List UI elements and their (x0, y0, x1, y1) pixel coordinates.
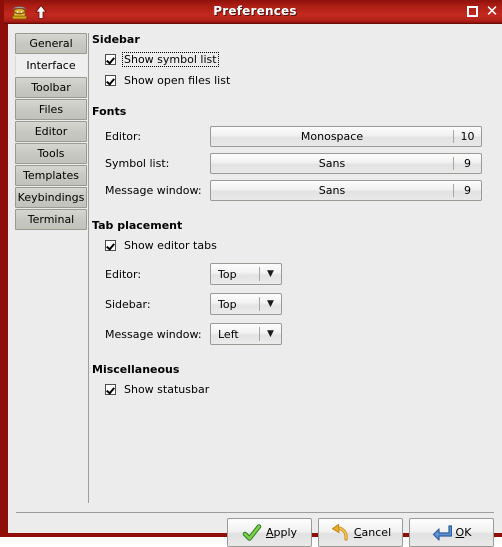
action-bar-divider (16, 512, 494, 513)
show-symbol-list-label: Show symbol list (122, 52, 219, 67)
ok-mnemonic: O (455, 526, 465, 539)
show-editor-tabs-checkbox[interactable] (105, 240, 116, 251)
cancel-button-label: Cancel (354, 526, 391, 539)
cancel-button[interactable]: Cancel (318, 518, 403, 547)
fonts-group-title: Fonts (92, 105, 127, 118)
show-symbol-list-row[interactable]: Show symbol list (105, 52, 496, 67)
show-statusbar-label: Show statusbar (124, 383, 210, 396)
tab-placement-message-window-combo[interactable]: Left ▼ (210, 323, 282, 345)
window-title: Preferences (213, 4, 297, 18)
chevron-down-icon[interactable]: ▼ (260, 264, 281, 284)
tab-terminal[interactable]: Terminal (15, 209, 87, 230)
interface-settings-pane: Sidebar Show symbol list Show open files… (92, 33, 496, 503)
window-titlebar[interactable]: Preferences ✕ (4, 0, 502, 24)
show-open-files-list-checkbox[interactable] (105, 75, 116, 86)
apply-rest: pply (273, 526, 298, 539)
show-open-files-list-row[interactable]: Show open files list (105, 74, 496, 87)
show-open-files-list-label: Show open files list (124, 74, 231, 87)
font-editor-size: 10 (460, 130, 475, 143)
tab-placement-message-window-label: Message window: (105, 327, 202, 341)
tab-tools[interactable]: Tools (15, 143, 87, 164)
tab-placement-group-title: Tab placement (92, 219, 183, 232)
apply-button[interactable]: Apply (227, 518, 312, 547)
ok-rest: K (464, 526, 472, 539)
show-symbol-list-checkbox[interactable] (105, 54, 116, 65)
font-message-window-label: Message window: (105, 184, 202, 197)
tab-placement-sidebar-value: Top (218, 297, 237, 311)
sidebar-group-title: Sidebar (92, 33, 140, 46)
font-symbol-list-size: 9 (464, 157, 471, 170)
tab-toolbar[interactable]: Toolbar (15, 77, 87, 98)
tab-general[interactable]: General (15, 33, 87, 54)
font-editor-label: Editor: (105, 130, 142, 143)
preferences-window: Preferences ✕ General Interface Toolbar … (0, 0, 502, 547)
green-check-icon (242, 523, 262, 541)
tab-placement-sidebar-combo[interactable]: Top ▼ (210, 293, 282, 315)
close-icon[interactable]: ✕ (485, 3, 499, 20)
tab-placement-sidebar-row: Sidebar: Top ▼ (105, 293, 496, 315)
tab-editor[interactable]: Editor (15, 121, 87, 142)
font-symbol-list-name: Sans (318, 157, 346, 170)
tab-content-divider (88, 33, 89, 503)
show-editor-tabs-row[interactable]: Show editor tabs (105, 239, 496, 252)
miscellaneous-group-title: Miscellaneous (92, 363, 180, 376)
cancel-rest: ancel (361, 526, 392, 539)
font-symbol-list-row: Symbol list: Sans 9 (105, 153, 496, 174)
tab-placement-message-window-row: Message window: Left ▼ (105, 323, 496, 345)
apply-button-label: Apply (266, 526, 297, 539)
tab-placement-sidebar-label: Sidebar: (105, 297, 151, 311)
tab-keybindings[interactable]: Keybindings (15, 187, 87, 208)
chevron-down-icon[interactable]: ▼ (260, 294, 281, 314)
orange-undo-arrow-icon (331, 523, 348, 541)
tab-placement-editor-value: Top (218, 267, 237, 281)
show-editor-tabs-label: Show editor tabs (124, 239, 217, 252)
chevron-down-icon[interactable]: ▼ (260, 324, 281, 344)
blue-enter-arrow-icon (432, 524, 452, 541)
font-editor-row: Editor: Monospace 10 (105, 126, 496, 147)
tab-placement-editor-label: Editor: (105, 267, 142, 281)
dialog-action-bar: Apply Cancel OK (227, 518, 494, 547)
tab-placement-editor-row: Editor: Top ▼ (105, 263, 496, 285)
font-editor-button[interactable]: Monospace 10 (210, 126, 482, 147)
tab-placement-editor-combo[interactable]: Top ▼ (210, 263, 282, 285)
ok-button-label: OK (456, 526, 472, 539)
cancel-mnemonic: C (353, 526, 362, 539)
ok-button[interactable]: OK (409, 518, 494, 547)
maximize-icon[interactable] (467, 6, 478, 17)
font-message-window-button[interactable]: Sans 9 (210, 180, 482, 201)
tab-templates[interactable]: Templates (15, 165, 87, 186)
font-message-window-size: 9 (464, 184, 471, 197)
font-message-window-row: Message window: Sans 9 (105, 180, 496, 201)
show-statusbar-row[interactable]: Show statusbar (105, 383, 496, 396)
tab-files[interactable]: Files (15, 99, 87, 120)
tab-placement-message-window-value: Left (218, 327, 239, 341)
preferences-tab-list: General Interface Toolbar Files Editor T… (15, 33, 87, 231)
apply-mnemonic: A (265, 526, 274, 539)
preferences-dialog: General Interface Toolbar Files Editor T… (8, 24, 502, 547)
tab-interface[interactable]: Interface (15, 55, 87, 76)
font-editor-name: Monospace (300, 130, 364, 143)
font-message-window-name: Sans (318, 184, 346, 197)
show-statusbar-checkbox[interactable] (105, 384, 116, 395)
font-symbol-list-label: Symbol list: (105, 157, 170, 170)
font-symbol-list-button[interactable]: Sans 9 (210, 153, 482, 174)
